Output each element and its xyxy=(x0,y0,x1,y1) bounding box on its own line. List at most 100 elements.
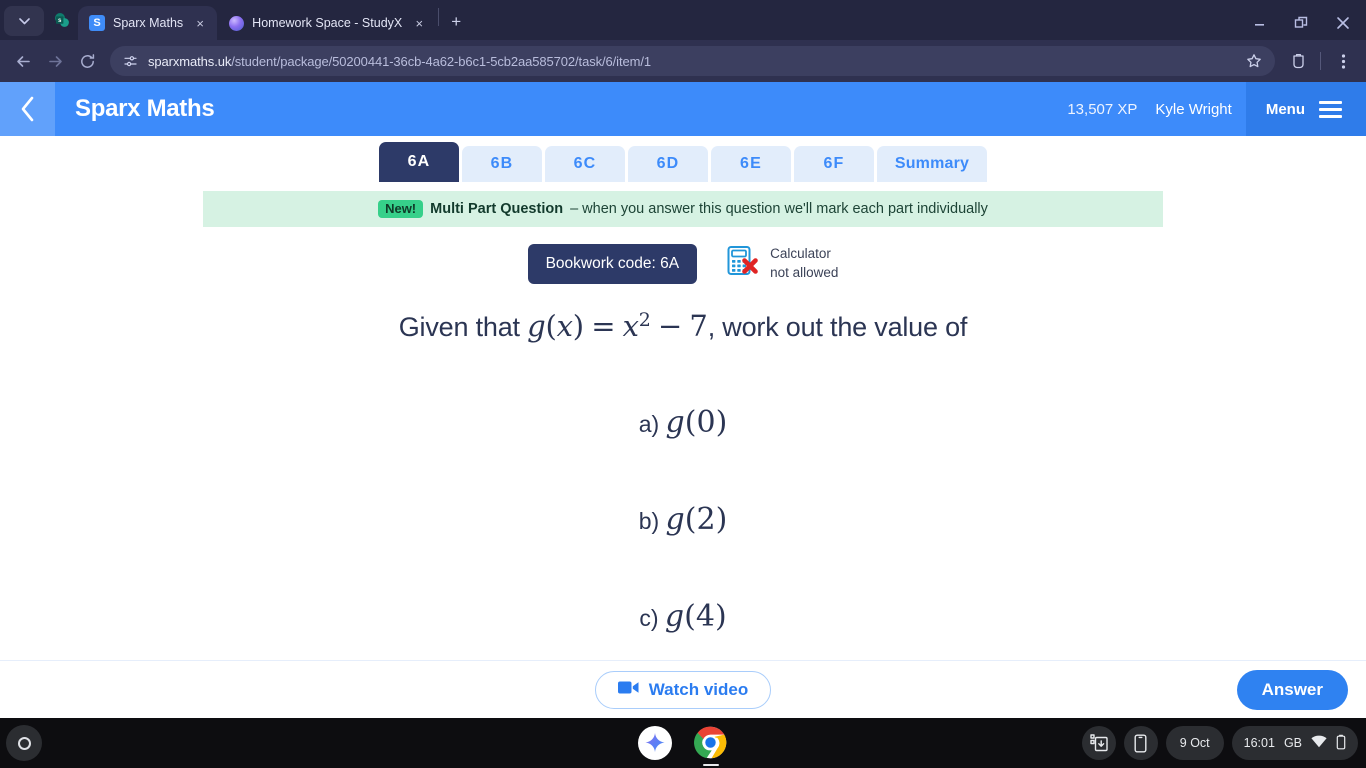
tab-6c[interactable]: 6C xyxy=(545,146,625,182)
part-fn: g xyxy=(665,405,685,440)
launcher-circle-icon xyxy=(17,736,31,750)
forward-button[interactable] xyxy=(40,46,70,76)
bookwork-code-badge: Bookwork code: 6A xyxy=(527,243,698,284)
chromeos-shelf: 9 Oct 16:01 GB xyxy=(0,718,1366,768)
part-arg: 4 xyxy=(695,599,715,634)
star-icon[interactable] xyxy=(1239,46,1269,76)
screen-capture-icon[interactable] xyxy=(1081,726,1116,760)
menu-label: Menu xyxy=(1265,100,1305,118)
back-chevron-icon[interactable] xyxy=(0,82,55,136)
page-footer: Watch video Answer xyxy=(0,660,1366,718)
tab-close-icon[interactable]: × xyxy=(410,14,428,32)
browser-tab-sparx-maths[interactable]: S Sparx Maths × xyxy=(78,6,218,40)
part-fn: g xyxy=(664,599,685,634)
close-icon[interactable] xyxy=(1322,6,1364,40)
banner-wrapper: New! Multi Part Question – when you answ… xyxy=(0,182,1366,227)
sparx-header: Sparx Maths 13,507 XP Kyle Wright Menu xyxy=(0,82,1366,136)
fn-open-paren: ( xyxy=(545,309,557,343)
part-arg: 0 xyxy=(696,405,716,440)
question-suffix: , work out the value of xyxy=(707,312,968,342)
system-tray: 9 Oct 16:01 GB xyxy=(1081,726,1366,760)
tray-locale: GB xyxy=(1283,736,1302,750)
browser-tab-studyx[interactable]: Homework Space - StudyX × xyxy=(217,6,436,40)
browser-toolbar: sparxmaths.uk/student/package/50200441-3… xyxy=(0,40,1366,82)
question-part-a: a) g(0) xyxy=(0,405,1366,440)
question-prefix: Given that xyxy=(398,312,528,342)
part-arg: 2 xyxy=(696,502,716,537)
tab-title: Sparx Maths xyxy=(113,16,184,30)
sparx-favicon: S xyxy=(89,15,105,31)
rhs-exponent: 2 xyxy=(638,309,651,331)
watch-video-button[interactable]: Watch video xyxy=(594,670,772,709)
calculator-line-2: not allowed xyxy=(770,264,839,280)
reload-button[interactable] xyxy=(72,46,102,76)
watch-video-label: Watch video xyxy=(648,679,749,699)
tray-status-area[interactable]: 16:01 GB xyxy=(1231,726,1358,760)
menu-button[interactable]: Menu xyxy=(1245,82,1366,136)
part-open-paren: ( xyxy=(684,502,697,537)
tab-6a[interactable]: 6A xyxy=(379,142,459,182)
question-tabs: 6A 6B 6C 6D 6E 6F Summary xyxy=(0,136,1366,182)
extensions-icon[interactable] xyxy=(1283,46,1313,76)
tab-6e[interactable]: 6E xyxy=(711,146,791,182)
tab-6b[interactable]: 6B xyxy=(462,146,542,182)
phone-hub-icon[interactable] xyxy=(1123,726,1158,760)
tab-6d[interactable]: 6D xyxy=(628,146,708,182)
part-close-paren: ) xyxy=(714,599,727,634)
shelf-app-list xyxy=(638,726,728,766)
question-part-c: c) g(4) xyxy=(0,599,1366,634)
question-statement: Given that g(x) = x2 − 7, work out the v… xyxy=(0,309,1366,343)
answer-button[interactable]: Answer xyxy=(1236,669,1348,710)
gemini-app-icon xyxy=(638,726,672,760)
calculator-text: Calculator not allowed xyxy=(770,245,838,281)
video-camera-icon xyxy=(617,680,639,700)
tab-summary[interactable]: Summary xyxy=(877,146,987,182)
bookwork-row: Bookwork code: 6A Calculator not allowed xyxy=(0,243,1366,284)
fn-name: g xyxy=(527,309,546,343)
back-button[interactable] xyxy=(8,46,38,76)
launcher-button[interactable] xyxy=(6,725,42,761)
fn-close-paren: ) xyxy=(572,309,584,343)
tab-separator xyxy=(438,7,440,26)
running-indicator xyxy=(703,763,719,766)
xp-counter: 13,507 XP xyxy=(1067,100,1138,118)
tab-6f[interactable]: 6F xyxy=(794,146,874,182)
pinned-tab-sharepoint[interactable]: s xyxy=(44,3,78,37)
multi-part-question-banner: New! Multi Part Question – when you answ… xyxy=(203,191,1163,227)
new-badge: New! xyxy=(378,199,424,219)
studyx-favicon xyxy=(228,15,244,31)
calculator-status: Calculator not allowed xyxy=(725,243,838,284)
user-name: Kyle Wright xyxy=(1155,100,1232,118)
page-content: Sparx Maths 13,507 XP Kyle Wright Menu 6… xyxy=(0,82,1366,718)
calculator-line-1: Calculator xyxy=(770,246,831,262)
toolbar-separator xyxy=(1320,52,1321,70)
part-open-paren: ( xyxy=(684,405,697,440)
banner-title: Multi Part Question xyxy=(430,201,564,217)
tab-close-icon[interactable]: × xyxy=(191,14,209,32)
part-open-paren: ( xyxy=(684,599,696,634)
chrome-app-button[interactable] xyxy=(694,726,728,766)
sharepoint-icon: s xyxy=(53,12,70,29)
calculator-not-allowed-icon xyxy=(725,243,761,284)
browser-window: s S Sparx Maths × Homework Space - Study… xyxy=(0,0,1366,718)
minimize-icon[interactable] xyxy=(1238,6,1280,40)
restore-icon[interactable] xyxy=(1280,6,1322,40)
new-tab-button[interactable]: + xyxy=(441,7,471,37)
rhs-variable: x xyxy=(622,309,639,343)
part-close-paren: ) xyxy=(715,502,728,537)
part-fn: g xyxy=(665,502,685,537)
tab-title: Homework Space - StudyX xyxy=(252,16,403,30)
address-bar[interactable]: sparxmaths.uk/student/package/50200441-3… xyxy=(110,46,1275,76)
banner-description: – when you answer this question we'll ma… xyxy=(570,201,988,217)
tab-search-chevron-down-icon[interactable] xyxy=(4,6,44,36)
question-part-b: b) g(2) xyxy=(0,502,1366,537)
three-dot-menu-icon[interactable] xyxy=(1328,46,1358,76)
page-info-icon[interactable] xyxy=(120,51,140,71)
tray-date[interactable]: 9 Oct xyxy=(1165,726,1224,760)
gemini-app-button[interactable] xyxy=(638,726,672,760)
battery-icon xyxy=(1336,734,1346,753)
window-controls xyxy=(1238,6,1366,40)
wifi-icon xyxy=(1311,735,1327,751)
chrome-app-icon xyxy=(694,726,727,759)
fn-variable: x xyxy=(556,309,573,343)
